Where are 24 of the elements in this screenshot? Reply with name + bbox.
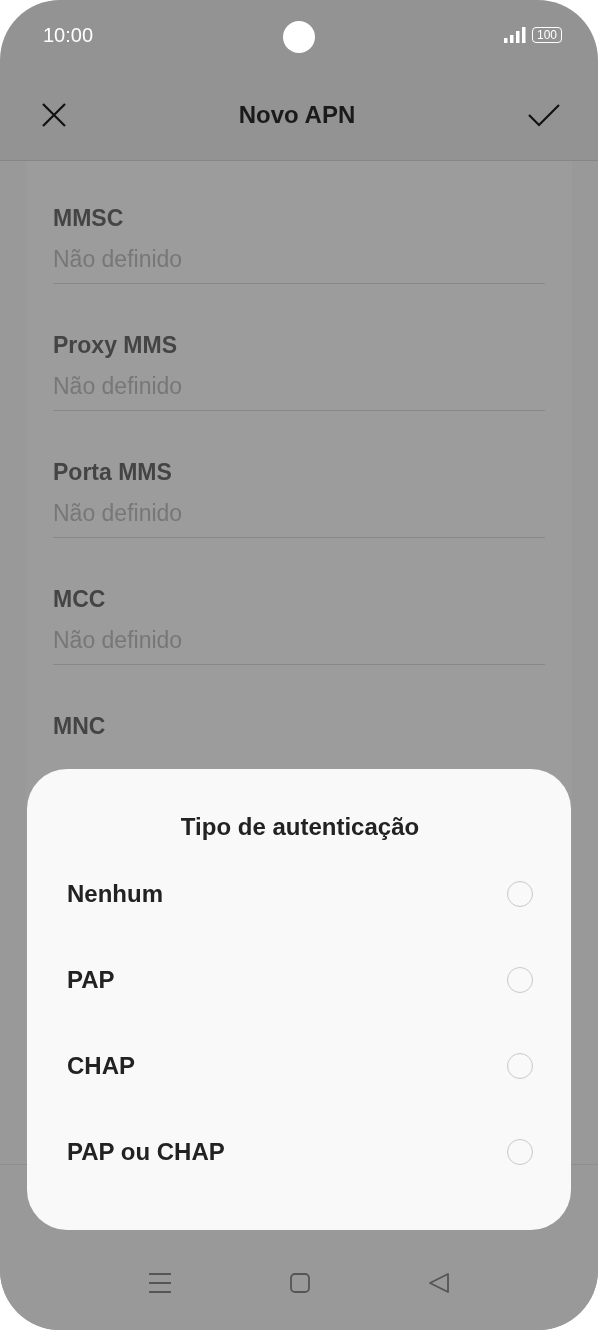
auth-option[interactable]: PAP bbox=[67, 937, 533, 1023]
field-label: MMSC bbox=[53, 205, 125, 232]
status-time: 10:00 bbox=[43, 23, 94, 47]
field-label: Proxy MMS bbox=[53, 332, 178, 359]
option-label: Nenhum bbox=[67, 880, 163, 908]
screen-title: Novo APN bbox=[238, 101, 356, 129]
auth-option[interactable]: CHAP bbox=[67, 1023, 533, 1109]
field-label: MCC bbox=[53, 586, 107, 613]
option-label: CHAP bbox=[67, 1052, 135, 1080]
option-label: PAP bbox=[67, 966, 115, 994]
field-label: MNC bbox=[53, 713, 107, 740]
option-label: PAP ou CHAP bbox=[67, 1138, 225, 1166]
home-icon[interactable] bbox=[290, 1273, 310, 1293]
menu-icon[interactable] bbox=[149, 1273, 171, 1293]
back-icon[interactable] bbox=[429, 1273, 449, 1293]
field-label: Porta MMS bbox=[53, 459, 173, 486]
camera-hole bbox=[283, 21, 315, 53]
signal-icon bbox=[503, 27, 526, 43]
auth-option[interactable]: PAP ou CHAP bbox=[67, 1109, 533, 1195]
battery-icon: 100 bbox=[531, 27, 562, 43]
check-icon[interactable] bbox=[528, 103, 560, 127]
close-icon[interactable] bbox=[42, 103, 66, 127]
dialog-title: Tipo de autenticação bbox=[179, 813, 421, 841]
auth-option[interactable]: Nenhum bbox=[67, 851, 533, 937]
